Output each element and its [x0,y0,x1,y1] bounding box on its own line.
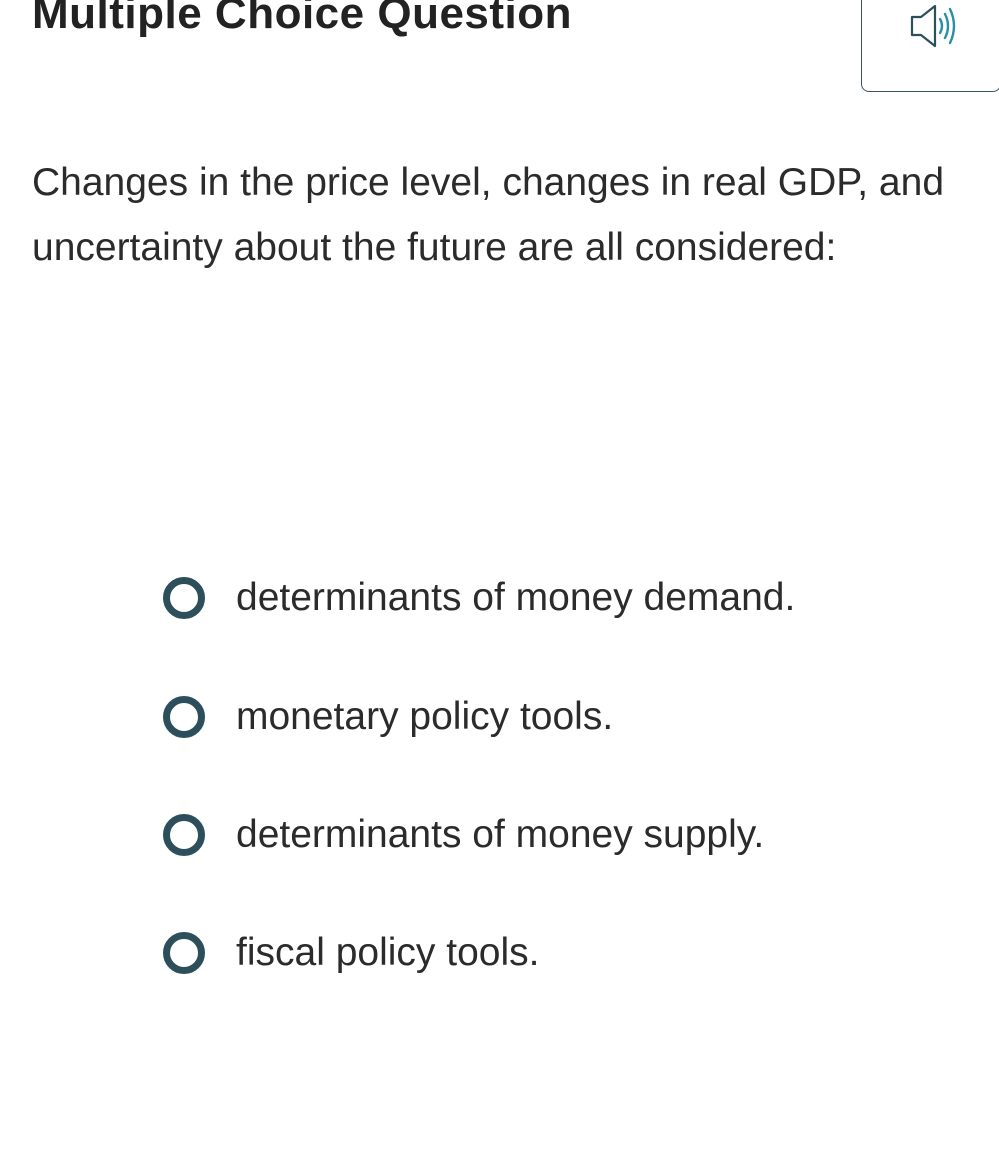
option-1[interactable]: determinants of money demand. [163,563,983,633]
speaker-icon [910,4,956,48]
option-label: determinants of money demand. [236,576,796,619]
page-title: Multiple Choice Question [32,0,573,38]
option-4[interactable]: fiscal policy tools. [163,918,983,988]
question-text: Changes in the price level, changes in r… [32,161,945,269]
radio-button-icon[interactable] [163,932,205,974]
read-aloud-button[interactable] [861,0,999,92]
radio-button-icon[interactable] [163,696,205,738]
option-label: determinants of money supply. [236,813,765,856]
option-2[interactable]: monetary policy tools. [163,682,983,752]
option-label: monetary policy tools. [236,695,614,738]
radio-button-icon[interactable] [163,577,205,619]
option-label: fiscal policy tools. [236,931,540,974]
option-3[interactable]: determinants of money supply. [163,800,983,870]
radio-button-icon[interactable] [163,814,205,856]
